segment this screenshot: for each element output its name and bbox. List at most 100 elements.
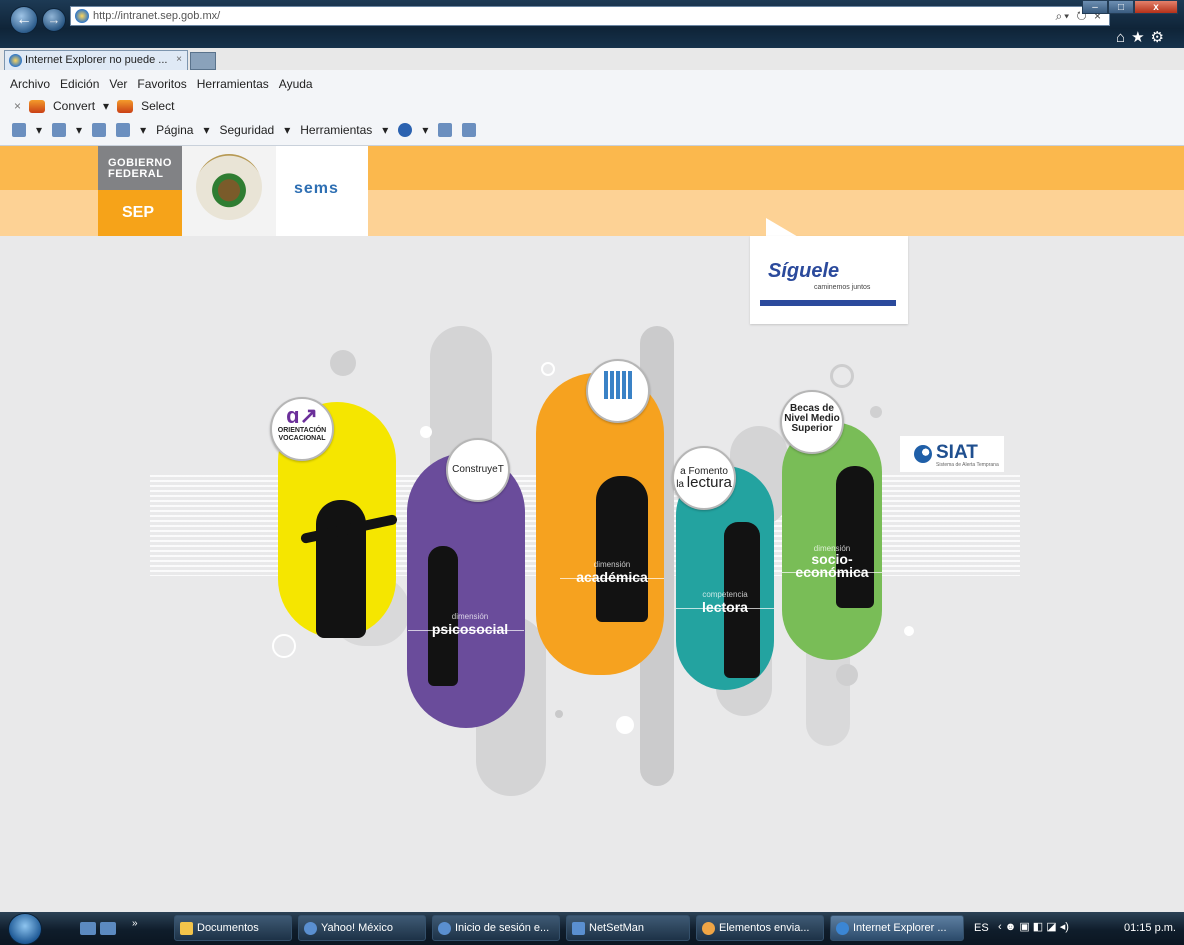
academica-label: dimensión académica — [560, 560, 664, 585]
ie-quicklaunch-icon[interactable] — [100, 922, 116, 935]
pagina-menu[interactable]: Página — [156, 123, 193, 137]
orientacion-vocacional-badge[interactable]: ɑ↗ ORIENTACIÓN VOCACIONAL — [270, 397, 334, 461]
menu-edicion[interactable]: Edición — [60, 77, 99, 91]
show-desktop-icon[interactable] — [80, 922, 96, 935]
tab-title: Internet Explorer no puede ... — [25, 54, 168, 66]
browser-tab[interactable]: Internet Explorer no puede ... × — [4, 50, 188, 70]
pdf-toolbar: × Convert ▾ Select — [14, 99, 174, 113]
siat-logo[interactable]: SIAT Sistema de Alerta Temprana — [900, 436, 1004, 472]
research-icon[interactable] — [438, 123, 453, 137]
badge-small: la — [676, 479, 684, 490]
dimension-small: dimensión — [451, 612, 489, 621]
overflow-icon[interactable]: » — [132, 918, 142, 931]
convert-icon — [29, 99, 46, 113]
start-button[interactable] — [8, 913, 42, 945]
select-button[interactable]: Select — [141, 99, 174, 113]
decor-circle — [272, 634, 296, 658]
seguridad-menu[interactable]: Seguridad — [220, 123, 275, 137]
siguele-bar — [760, 300, 896, 306]
taskbar-label: Yahoo! México — [321, 922, 393, 934]
taskbar-label: Documentos — [197, 922, 259, 934]
clock[interactable]: 01:15 p.m. — [1124, 922, 1176, 934]
sep-logo[interactable]: SEP — [98, 190, 182, 236]
decor-circle — [830, 364, 854, 388]
taskbar-item[interactable]: NetSetMan — [566, 915, 690, 941]
sems-logo[interactable]: sems — [276, 146, 368, 236]
dropdown-arrow-icon[interactable]: ▾ — [140, 123, 146, 137]
dropdown-arrow-icon[interactable]: ▾ — [203, 123, 209, 137]
menu-ayuda[interactable]: Ayuda — [279, 77, 313, 91]
becas-badge[interactable]: Becas de Nivel Medio Superior — [780, 390, 844, 454]
sinat-badge[interactable] — [586, 359, 650, 423]
socioeconomica-label: dimensión socio-económica — [790, 544, 874, 579]
dimension-big: académica — [576, 569, 648, 585]
menu-archivo[interactable]: Archivo — [10, 77, 50, 91]
close-button[interactable]: x — [1134, 0, 1178, 14]
decor-circle — [616, 716, 634, 734]
dimension-big: lectora — [702, 599, 748, 615]
fomento-lectura-badge[interactable]: a Fomento la lectura — [672, 446, 736, 510]
menu-favoritos[interactable]: Favoritos — [137, 77, 186, 91]
menu-ver[interactable]: Ver — [109, 77, 127, 91]
language-indicator[interactable]: ES — [974, 922, 989, 934]
dropdown-arrow-icon[interactable]: ▾ — [76, 123, 82, 137]
browser-icon — [438, 922, 451, 935]
menu-herramientas[interactable]: Herramientas — [197, 77, 269, 91]
tab-close-icon[interactable]: × — [176, 54, 182, 65]
menu-bar: Archivo Edición Ver Favoritos Herramient… — [10, 77, 313, 91]
taskbar-item[interactable]: Documentos — [174, 915, 292, 941]
help-icon[interactable] — [398, 123, 413, 137]
browser-icon — [304, 922, 317, 935]
siguele-pointer — [766, 218, 800, 238]
mail-icon[interactable] — [92, 123, 107, 137]
dropdown-arrow-icon[interactable]: ▾ — [103, 99, 109, 113]
student-silhouette — [596, 476, 648, 622]
forward-button[interactable]: → — [42, 8, 66, 32]
badge-big: lectura — [686, 474, 732, 491]
maximize-button[interactable]: □ — [1108, 0, 1134, 14]
taskbar-item[interactable]: Inicio de sesión e... — [432, 915, 560, 941]
dropdown-arrow-icon[interactable]: ▾ — [284, 123, 290, 137]
taskbar-label: Internet Explorer ... — [853, 922, 947, 934]
print-icon[interactable] — [116, 123, 131, 137]
taskbar-item[interactable]: Yahoo! México — [298, 915, 426, 941]
badge-text: ConstruyeT — [452, 464, 504, 475]
netsetman-icon — [572, 922, 585, 935]
window-controls: – □ x — [1082, 0, 1178, 14]
decor-circle — [330, 350, 356, 376]
web-page: GOBIERNO FEDERAL SEP sems Síguele camine… — [0, 146, 1184, 912]
siguele-subtitle: caminemos juntos — [814, 284, 871, 291]
dropdown-arrow-icon[interactable]: ▾ — [422, 123, 428, 137]
dropdown-arrow-icon[interactable]: ▾ — [382, 123, 388, 137]
psicosocial-label: dimensión psicosocial — [420, 612, 520, 637]
decor-circle — [904, 626, 914, 636]
mail-icon — [702, 922, 715, 935]
tray-icons[interactable]: ‹ ☻ ▣ ◧ ◪ ◂) — [998, 920, 1069, 933]
dropdown-arrow-icon[interactable]: ▾ — [36, 123, 42, 137]
new-tab-button[interactable] — [190, 52, 216, 70]
feeds-icon[interactable] — [52, 123, 67, 137]
herramientas-menu[interactable]: Herramientas — [300, 123, 372, 137]
home-favorites-tools-icons[interactable]: ⌂★⚙ — [1116, 28, 1170, 46]
address-bar[interactable]: http://intranet.sep.gob.mx/ ⌕▾ ↻ × — [70, 6, 1110, 26]
back-button[interactable]: ← — [10, 6, 38, 34]
ov-logo-icon: ɑ↗ — [286, 403, 318, 428]
translate-icon[interactable] — [462, 123, 477, 137]
menu-and-toolbars: Archivo Edición Ver Favoritos Herramient… — [0, 70, 1184, 146]
dimension-small: dimensión — [593, 560, 631, 569]
siguele-banner[interactable]: Síguele caminemos juntos — [750, 236, 908, 324]
close-toolbar-icon[interactable]: × — [14, 99, 21, 113]
home-icon[interactable] — [12, 123, 26, 137]
construyet-badge[interactable]: ConstruyeT — [446, 438, 510, 502]
taskbar-item[interactable]: Elementos envia... — [696, 915, 824, 941]
convert-button[interactable]: Convert — [53, 99, 95, 113]
dimension-small: dimensión — [813, 544, 851, 553]
badge-text: Becas de Nivel Medio Superior — [784, 403, 840, 434]
taskbar-label: NetSetMan — [589, 922, 645, 934]
mexican-seal-icon — [196, 154, 262, 220]
taskbar-item-active[interactable]: Internet Explorer ... — [830, 915, 964, 941]
windows-taskbar: » Documentos Yahoo! México Inicio de ses… — [0, 912, 1184, 945]
gobierno-federal-logo[interactable]: GOBIERNO FEDERAL — [98, 146, 182, 190]
minimize-button[interactable]: – — [1082, 0, 1108, 14]
folder-icon — [180, 922, 193, 935]
